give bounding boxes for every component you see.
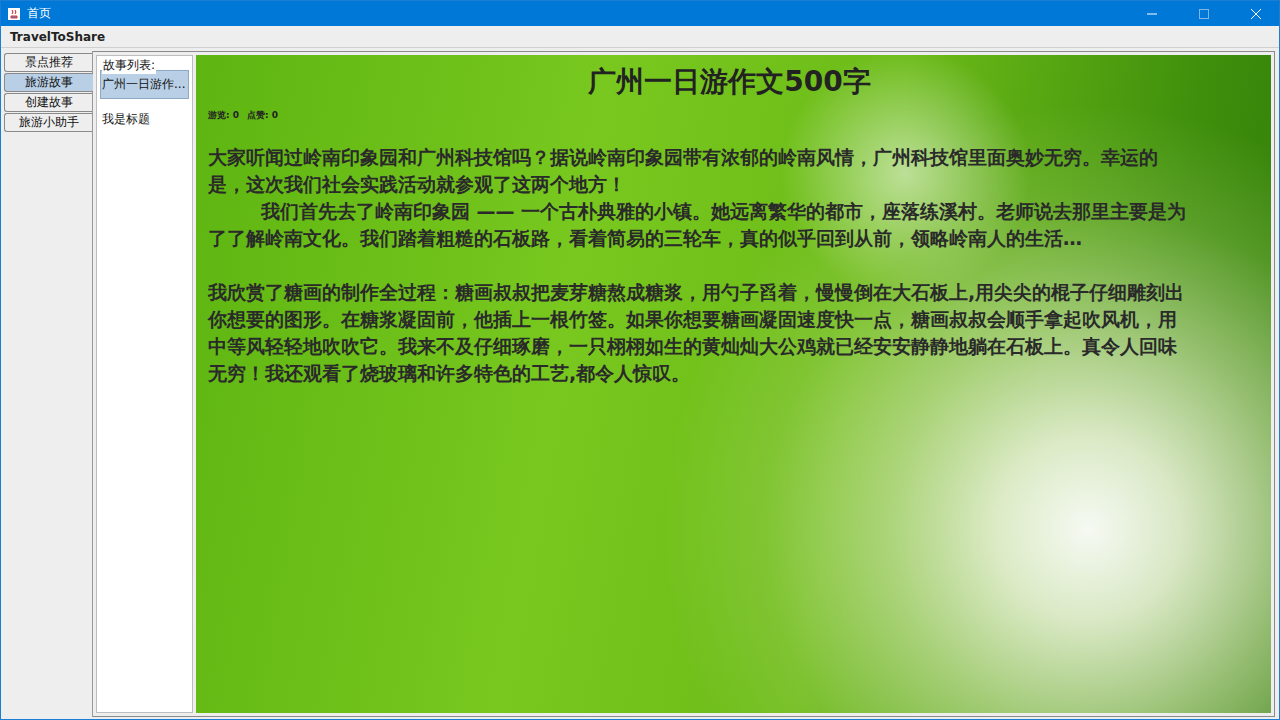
story-text: 大家听闻过岭南印象园和广州科技馆吗？据说岭南印象园带有浓郁的岭南风情，广州科技馆… <box>208 144 1191 387</box>
story-list-item[interactable]: 我是标题 <box>100 105 189 134</box>
tab-panel: 故事列表:广州一日游作... 我是标题广州一日游作文500字游览: 0 点赞: 0 大… <box>93 51 1275 717</box>
main-area: 景点推荐旅游故事创建故事旅游小助手故事列表:广州一日游作...我是标题广州一日游… <box>1 48 1279 719</box>
story-stats: 游览: 0 点赞: 0 <box>208 109 1191 122</box>
stat: 点赞: 0 <box>247 109 278 122</box>
close-icon <box>1251 9 1261 19</box>
maximize-button <box>1181 1 1227 26</box>
java-icon <box>7 7 21 21</box>
story-paragraph: 我们首先去了岭南印象园 —— 一个古朴典雅的小镇。她远离繁华的都市，座落练溪村。… <box>208 198 1191 252</box>
story-view: 广州一日游作文500字游览: 0 点赞: 0 大家听闻过岭南印象园和广州科技馆吗？据… <box>196 55 1271 713</box>
menu-bar: TravelToShare <box>1 26 1279 48</box>
tab[interactable]: 创建故事 <box>4 93 92 112</box>
menu-item[interactable]: TravelToShare <box>10 30 105 44</box>
story-title: 广州一日游作文500字 <box>208 63 1191 101</box>
story-list-title: 故事列表: <box>102 57 156 74</box>
app-window: 首页TravelToShare景点推荐旅游故事创建故事旅游小助手故事列表:广州一… <box>0 0 1280 720</box>
tab[interactable]: 景点推荐 <box>4 53 92 72</box>
minimize-icon <box>1147 9 1157 19</box>
story-paragraph: 我欣赏了糖画的制作全过程：糖画叔叔把麦芽糖熬成糖浆，用勺子舀着，慢慢倒在大石板上… <box>208 279 1191 387</box>
title-bar: 首页 <box>1 1 1279 26</box>
story-paragraph <box>208 252 1191 279</box>
tab[interactable]: 旅游小助手 <box>4 113 92 132</box>
minimize-button[interactable] <box>1129 1 1175 26</box>
story-list-item[interactable]: 广州一日游作... <box>100 70 189 99</box>
tab[interactable]: 旅游故事 <box>4 73 93 92</box>
stat: 游览: 0 <box>208 109 239 122</box>
story-paragraph: 大家听闻过岭南印象园和广州科技馆吗？据说岭南印象园带有浓郁的岭南风情，广州科技馆… <box>208 144 1191 198</box>
tab-strip: 景点推荐旅游故事创建故事旅游小助手 <box>4 51 93 717</box>
window-title: 首页 <box>27 5 1123 22</box>
maximize-icon <box>1199 9 1209 19</box>
close-button[interactable] <box>1233 1 1279 26</box>
story-list: 故事列表:广州一日游作... 我是标题 <box>96 55 193 713</box>
